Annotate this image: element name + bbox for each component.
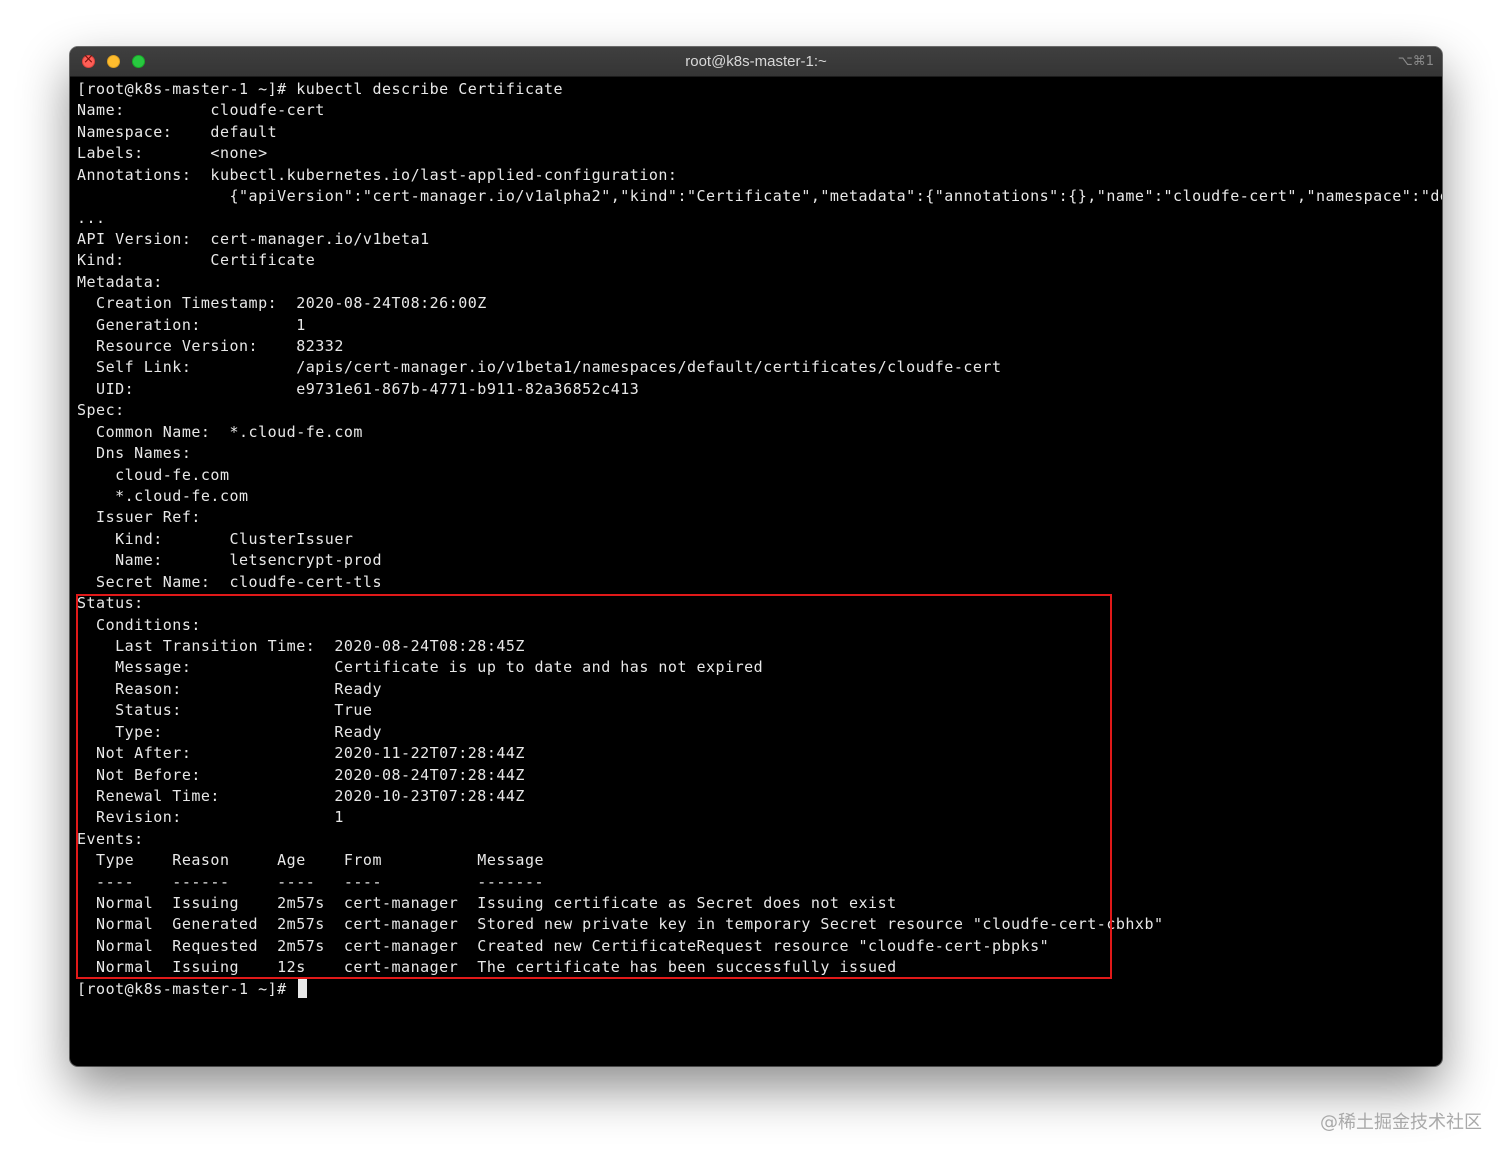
terminal-line: Resource Version: 82332 xyxy=(77,337,344,356)
text-cursor xyxy=(298,978,308,998)
terminal-line: ... xyxy=(77,208,106,227)
shell-prompt: [root@k8s-master-1 ~]# xyxy=(77,979,297,998)
terminal-line: Issuer Ref: xyxy=(77,508,201,527)
terminal-line: UID: e9731e61-867b-4771-b911-82a36852c41… xyxy=(77,379,640,398)
terminal-line: Kind: ClusterIssuer xyxy=(77,529,354,548)
terminal-line: Self Link: /apis/cert-manager.io/v1beta1… xyxy=(77,358,1002,377)
terminal-line: {"apiVersion":"cert-manager.io/v1alpha2"… xyxy=(77,187,1442,206)
terminal-line: *.cloud-fe.com xyxy=(77,487,249,506)
terminal-line: Annotations: kubectl.kubernetes.io/last-… xyxy=(77,165,678,184)
terminal-line: Metadata: xyxy=(77,272,163,291)
title-bar[interactable]: root@k8s-master-1:~ ⌥⌘1 xyxy=(70,47,1442,77)
terminal-line: cloud-fe.com xyxy=(77,465,230,484)
window-title: root@k8s-master-1:~ xyxy=(685,53,827,70)
terminal-line: Common Name: *.cloud-fe.com xyxy=(77,422,363,441)
terminal-line: Generation: 1 xyxy=(77,315,306,334)
terminal-line: Name: cloudfe-cert xyxy=(77,101,325,120)
terminal-line: API Version: cert-manager.io/v1beta1 xyxy=(77,229,430,248)
terminal-line: Spec: xyxy=(77,401,125,420)
terminal-line: Name: letsencrypt-prod xyxy=(77,551,382,570)
terminal-line: Kind: Certificate xyxy=(77,251,316,270)
watermark: @稀土掘金技术社区 xyxy=(1320,1112,1482,1133)
terminal-line: Labels: <none> xyxy=(77,144,268,163)
terminal-line: Creation Timestamp: 2020-08-24T08:26:00Z xyxy=(77,294,487,313)
terminal-line: [root@k8s-master-1 ~]# kubectl describe … xyxy=(77,80,564,98)
terminal-line: Dns Names: xyxy=(77,444,192,463)
status-events-highlight-box xyxy=(76,594,1112,979)
terminal-line: Secret Name: cloudfe-cert-tls xyxy=(77,572,382,591)
terminal-prompt-line[interactable]: [root@k8s-master-1 ~]# xyxy=(77,978,1442,1000)
terminal-line: Namespace: default xyxy=(77,122,278,141)
window-shortcut-label: ⌥⌘1 xyxy=(1397,54,1434,69)
